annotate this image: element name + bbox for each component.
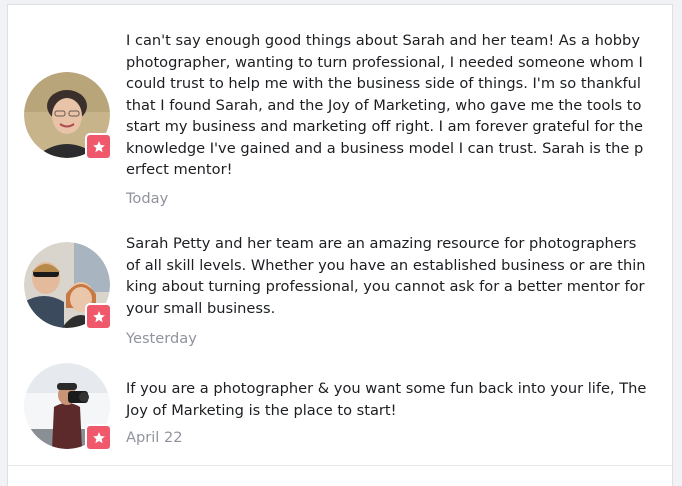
review-text: If you are a photographer & you want som… [126,380,647,419]
reviews-card: I can't say enough good things about Sar… [7,4,673,486]
reviewer-avatar[interactable] [24,242,112,330]
review-date[interactable]: Today [126,190,168,207]
reviewer-avatar[interactable] [24,72,112,160]
recommendation-badge [85,303,112,330]
star-icon [92,431,105,443]
review-text: I can't say enough good things about Sar… [126,32,644,178]
star-icon [92,310,105,322]
recommendation-badge [85,133,112,160]
star-icon [92,140,105,152]
recommendation-badge [85,424,112,451]
divider [8,465,672,466]
review-date[interactable]: Yesterday [126,330,197,347]
review-text: Sarah Petty and her team are an amazing … [126,235,646,317]
review-date[interactable]: April 22 [126,429,183,446]
reviewer-avatar[interactable] [24,363,112,451]
